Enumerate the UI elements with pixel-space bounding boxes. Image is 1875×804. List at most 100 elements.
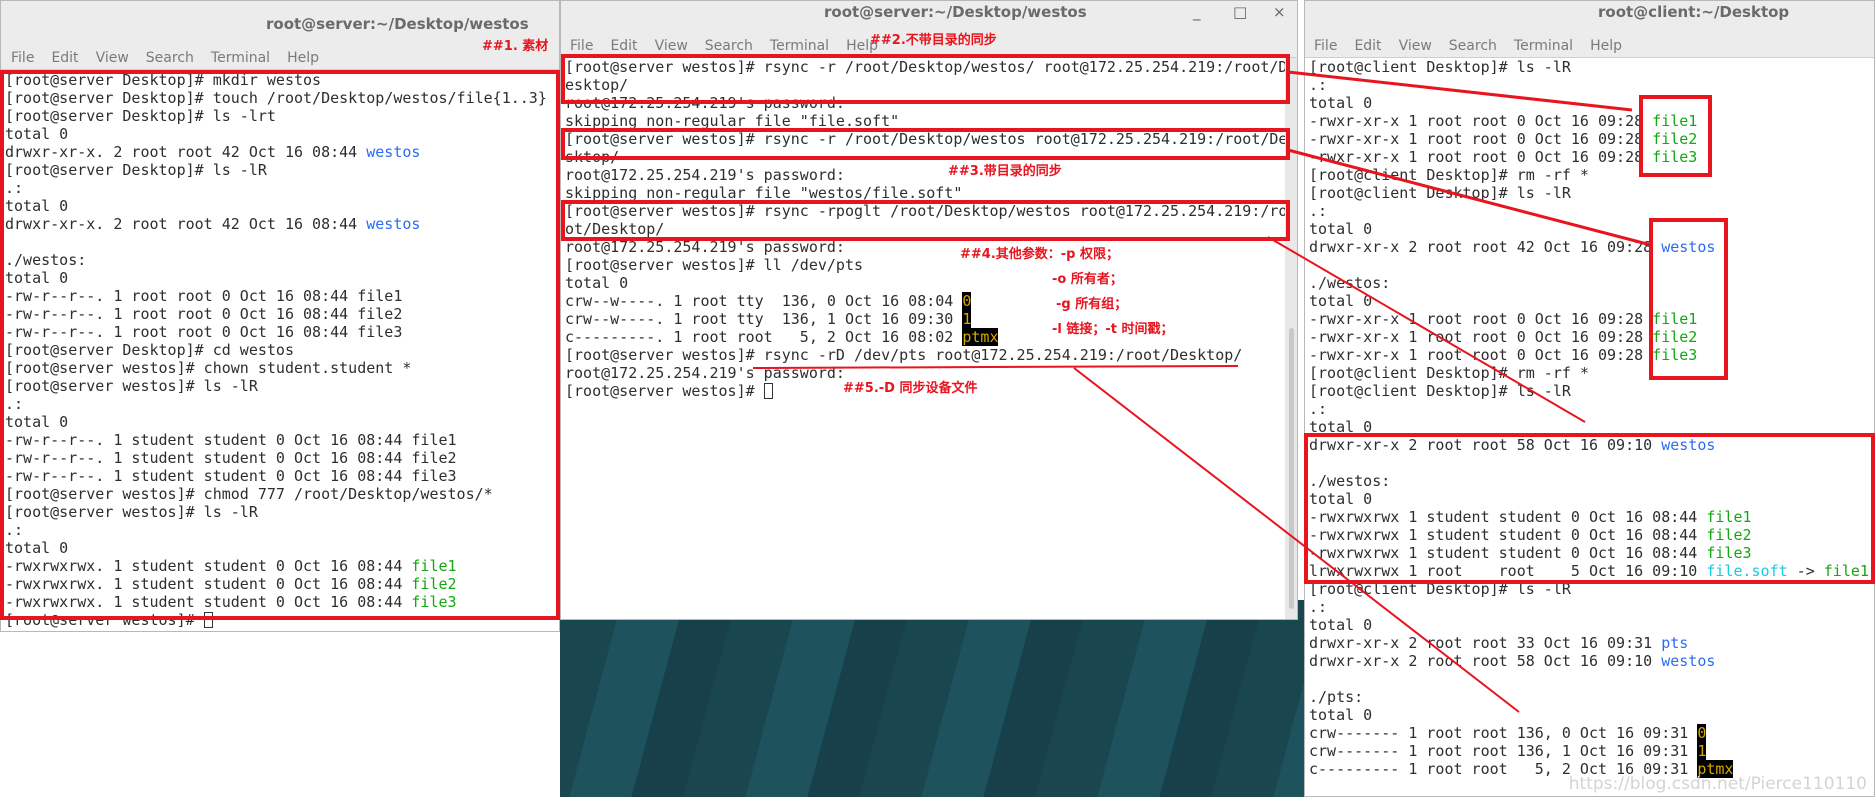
terminal-line: [root@server westos]# rsync -r /root/Des… [565,130,1287,148]
terminal-line: drwxr-xr-x 2 root root 58 Oct 16 09:10 w… [1309,652,1874,670]
terminal-text: crw------- 1 root root 136, 1 Oct 16 09:… [1309,742,1698,760]
menu-terminal[interactable]: Terminal [211,46,270,70]
terminal-line: -rw-r--r--. 1 root root 0 Oct 16 08:44 f… [5,287,559,305]
close-button[interactable]: × [1273,3,1286,21]
terminal-window-server-middle[interactable]: root@server:~/Desktop/westos _ □ × File E… [560,0,1298,620]
terminal-text: root@172.25.254.219's password: [565,166,845,184]
executable-file-name: file3 [1706,544,1752,562]
terminal-line: [root@client Desktop]# ls -lR [1309,58,1874,76]
terminal-line: lrwxrwxrwx 1 root root 5 Oct 16 09:10 fi… [1309,562,1874,580]
terminal-line: drwxr-xr-x 2 root root 58 Oct 16 09:10 w… [1309,436,1874,454]
terminal-line: [root@server Desktop]# touch /root/Deskt… [5,89,559,107]
terminal-text: -rwxr-xr-x 1 root root 0 Oct 16 09:28 [1309,310,1653,328]
menu-edit[interactable]: Edit [51,46,78,70]
terminal-line: [root@server westos]# rsync -r /root/Des… [565,58,1287,76]
terminal-text: -rw-r--r--. 1 root root 0 Oct 16 08:44 f… [5,305,403,323]
terminal-output[interactable]: [root@server westos]# rsync -r /root/Des… [565,58,1287,619]
terminal-text: ot/Desktop/ [565,220,665,238]
terminal-text: crw--w----. 1 root tty 136, 0 Oct 16 08:… [565,292,963,310]
terminal-text: -rwxrwxrwx 1 student student 0 Oct 16 08… [1309,526,1707,544]
terminal-text: skipping non-regular file "file.soft" [565,112,900,130]
title-bar[interactable]: root@client:~/Desktop [1305,1,1874,33]
terminal-text: -rwxrwxrwx 1 student student 0 Oct 16 08… [1309,508,1707,526]
terminal-line: [root@server Desktop]# ls -lR [5,161,559,179]
terminal-text: [root@server westos]# ll /dev/pts [565,256,864,274]
terminal-text: drwxr-xr-x. 2 root root 42 Oct 16 08:44 [5,143,367,161]
terminal-text: -rwxr-xr-x 1 root root 0 Oct 16 09:28 [1309,328,1653,346]
terminal-text: .: [5,521,24,539]
terminal-line: c---------. 1 root root 5, 2 Oct 16 08:0… [565,328,1285,346]
terminal-text: .: [1309,400,1328,418]
menu-search[interactable]: Search [146,46,194,70]
menu-help[interactable]: Help [1590,34,1622,58]
terminal-line: total 0 [5,125,559,143]
title-bar[interactable]: root@server:~/Desktop/westos [1,1,559,45]
terminal-text: total 0 [1309,220,1373,238]
terminal-window-server-left[interactable]: root@server:~/Desktop/westos File Edit Vie… [0,0,560,632]
menu-view[interactable]: View [96,46,129,70]
terminal-text: -rw-r--r--. 1 root root 0 Oct 16 08:44 f… [5,287,403,305]
menu-terminal[interactable]: Terminal [1514,34,1573,58]
terminal-text: total 0 [5,539,69,557]
menu-search[interactable]: Search [1449,34,1497,58]
terminal-line: [root@server Desktop]# cd westos [5,341,559,359]
menu-help[interactable]: Help [287,46,319,70]
menu-help[interactable]: Help [846,34,878,58]
window-title: root@server:~/Desktop/westos [266,15,529,33]
terminal-line: -rwxr-xr-x 1 root root 0 Oct 16 09:28 fi… [1309,328,1874,346]
menu-file[interactable]: File [570,34,593,58]
terminal-output[interactable]: [root@server Desktop]# mkdir westos [root… [5,71,559,631]
menu-view[interactable]: View [655,34,688,58]
terminal-line: [root@server Desktop]# ls -lrt [5,107,559,125]
terminal-text: total 0 [1309,706,1373,724]
menu-edit[interactable]: Edit [1354,34,1381,58]
minimize-button[interactable]: _ [1193,3,1201,21]
terminal-line: [root@server westos]# ll /dev/pts [565,256,1285,274]
terminal-line: total 0 [5,197,559,215]
menu-view[interactable]: View [1399,34,1432,58]
terminal-line: [root@server westos]# [5,611,559,629]
desktop-background [560,600,1304,797]
terminal-cursor[interactable] [763,383,773,399]
maximize-button[interactable]: □ [1233,3,1247,21]
menu-file[interactable]: File [11,46,34,70]
terminal-text: [root@server westos]# ls -lR [5,503,258,521]
terminal-line: [root@server westos]# chown student.stud… [5,359,559,377]
terminal-line: crw------- 1 root root 136, 0 Oct 16 09:… [1309,724,1874,742]
executable-file-name: file2 [1706,526,1752,544]
executable-file-name: file2 [411,575,457,593]
terminal-line: ot/Desktop/ [565,220,1285,238]
terminal-line: .: [5,521,559,539]
terminal-text: -rwxrwxrwx. 1 student student 0 Oct 16 0… [5,593,412,611]
scrollbar-thumb[interactable] [1289,328,1294,609]
terminal-text: [root@server westos]# chown student.stud… [5,359,412,377]
terminal-text: .: [1309,202,1328,220]
terminal-text: [root@server westos]# rsync -rD /dev/pts… [565,346,1243,364]
terminal-line: [root@server westos]# ls -lR [5,377,559,395]
terminal-line: total 0 [5,413,559,431]
terminal-output[interactable]: [root@client Desktop]# ls -lR.: total 0 -r… [1309,58,1874,796]
terminal-text: crw--w----. 1 root tty 136, 1 Oct 16 09:… [565,310,963,328]
scrollbar[interactable] [1285,58,1297,619]
terminal-text: drwxr-xr-x 2 root root 42 Oct 16 09:28 [1309,238,1662,256]
terminal-window-client[interactable]: root@client:~/Desktop File Edit View Search… [1304,0,1875,797]
menu-terminal[interactable]: Terminal [770,34,829,58]
terminal-line: [root@server Desktop]# mkdir westos [5,71,559,89]
terminal-line: root@172.25.254.219's password: [565,238,1285,256]
executable-file-name: file2 [1652,130,1698,148]
executable-file-name: file3 [411,593,457,611]
menu-edit[interactable]: Edit [610,34,637,58]
menu-search[interactable]: Search [705,34,753,58]
menu-file[interactable]: File [1314,34,1337,58]
title-bar[interactable]: root@server:~/Desktop/westos _ □ × [561,1,1297,33]
directory-name: pts [1661,634,1689,652]
terminal-line: -rwxr-xr-x 1 root root 0 Oct 16 09:28 fi… [1309,130,1874,148]
terminal-line: skipping non-regular file "westos/file.s… [565,184,1285,202]
terminal-text: [root@client Desktop]# ls -lR [1309,184,1571,202]
terminal-line: -rw-r--r--. 1 student student 0 Oct 16 0… [5,467,559,485]
terminal-line: total 0 [5,539,559,557]
device-file-name: 0 [962,292,972,310]
terminal-cursor[interactable] [203,612,213,628]
terminal-text: -rwxrwxrwx. 1 student student 0 Oct 16 0… [5,575,412,593]
